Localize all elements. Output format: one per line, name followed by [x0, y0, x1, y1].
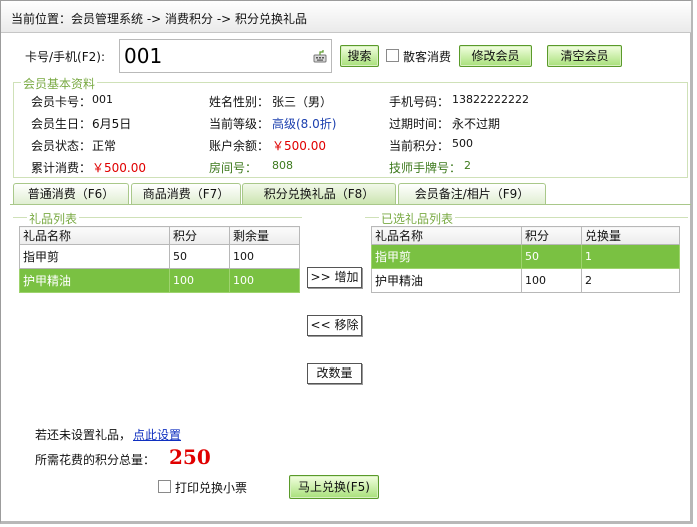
tab-notes-photo[interactable]: 会员备注/相片（F9） — [398, 183, 546, 205]
change-qty-button[interactable]: 改数量 — [307, 363, 362, 384]
gift-list-table[interactable]: 礼品名称 积分 剩余量 指甲剪 50 100 护甲精油 100 100 — [19, 226, 300, 293]
selected-points-cell: 50 — [521, 244, 582, 269]
table-row-selected[interactable]: 护甲精油 100 100 — [19, 268, 300, 293]
member-info-title: 会员基本资料 — [21, 75, 98, 92]
points-total-value: 250 — [169, 445, 211, 469]
level-label: 当前等级： — [209, 117, 270, 131]
walkin-label: 散客消费 — [403, 50, 452, 64]
birthday-label: 会员生日： — [31, 117, 92, 131]
gift-name-cell: 指甲剪 — [19, 244, 170, 269]
col-header-remain[interactable]: 剩余量 — [229, 226, 300, 245]
gift-remain-cell: 100 — [229, 268, 300, 293]
gift-points-cell: 100 — [169, 268, 230, 293]
points-total-label: 所需花费的积分总量： — [35, 453, 156, 467]
table-header-row: 礼品名称 积分 兑换量 — [371, 226, 680, 245]
points-value: 500 — [452, 137, 473, 150]
setup-gifts-link[interactable]: 点此设置 — [133, 426, 181, 443]
expiry-label: 过期时间： — [389, 117, 450, 131]
walkin-checkbox[interactable] — [386, 49, 399, 62]
print-receipt-label: 打印兑换小票 — [175, 481, 248, 495]
room-value: 808 — [272, 159, 293, 172]
selected-name-cell: 指甲剪 — [371, 244, 522, 269]
total-spend-value: ￥500.00 — [92, 161, 146, 175]
card-no-label: 会员卡号： — [31, 95, 92, 109]
level-value: 高级(8.0折) — [272, 117, 337, 131]
tech-value: 2 — [464, 159, 471, 172]
table-row[interactable]: 指甲剪 50 100 — [19, 244, 300, 269]
tab-points-redeem[interactable]: 积分兑换礼品（F8） — [242, 183, 396, 205]
points-label: 当前积分： — [389, 139, 450, 153]
edit-member-button[interactable]: 修改会员 — [459, 45, 532, 67]
col-header-name[interactable]: 礼品名称 — [371, 226, 522, 245]
tab-regular[interactable]: 普通消费（F6） — [13, 183, 129, 205]
setup-hint: 若还未设置礼品， — [35, 428, 132, 442]
balance-label: 账户余额： — [209, 139, 270, 153]
phone-value: 13822222222 — [452, 93, 529, 106]
redeem-now-button[interactable]: 马上兑换(F5) — [289, 475, 379, 499]
col-header-points[interactable]: 积分 — [169, 226, 230, 245]
tab-divider — [10, 204, 691, 205]
gift-list-title: 礼品列表 — [27, 210, 80, 227]
app-window: 当前位置：会员管理系统 -> 消费积分 -> 积分兑换礼品 卡号/手机(F2):… — [0, 0, 693, 524]
selected-list-title: 已选礼品列表 — [379, 210, 456, 227]
selected-qty-cell: 1 — [581, 244, 680, 269]
selected-qty-cell: 2 — [581, 268, 680, 293]
search-button[interactable]: 搜索 — [340, 45, 379, 67]
card-label: 卡号/手机(F2): — [25, 50, 105, 64]
total-spend-label: 累计消费： — [31, 161, 92, 175]
tech-label: 技师手牌号： — [389, 161, 462, 175]
phone-label: 手机号码： — [389, 95, 450, 109]
name-value: 张三（男） — [272, 95, 333, 109]
table-header-row: 礼品名称 积分 剩余量 — [19, 226, 300, 245]
table-row-selected[interactable]: 指甲剪 50 1 — [371, 244, 680, 269]
add-button[interactable]: >> 增加 — [307, 267, 362, 288]
breadcrumb: 当前位置：会员管理系统 -> 消费积分 -> 积分兑换礼品 — [11, 12, 308, 26]
col-header-name[interactable]: 礼品名称 — [19, 226, 170, 245]
print-receipt-checkbox[interactable] — [158, 480, 171, 493]
table-row[interactable]: 护甲精油 100 2 — [371, 268, 680, 293]
card-number-field[interactable] — [119, 39, 332, 73]
selected-points-cell: 100 — [521, 268, 582, 293]
clear-member-button[interactable]: 清空会员 — [547, 45, 622, 67]
keyboard-icon[interactable] — [313, 49, 327, 63]
selected-list-table[interactable]: 礼品名称 积分 兑换量 指甲剪 50 1 护甲精油 100 2 — [371, 226, 680, 293]
card-number-input[interactable] — [120, 40, 300, 72]
gift-name-cell: 护甲精油 — [19, 268, 170, 293]
col-header-points[interactable]: 积分 — [521, 226, 582, 245]
name-label: 姓名性别： — [209, 95, 270, 109]
remove-button[interactable]: << 移除 — [307, 315, 362, 336]
status-value: 正常 — [92, 139, 117, 153]
expiry-value: 永不过期 — [452, 117, 501, 131]
selected-name-cell: 护甲精油 — [371, 268, 522, 293]
gift-remain-cell: 100 — [229, 244, 300, 269]
birthday-value: 6月5日 — [92, 117, 132, 131]
breadcrumb-bar: 当前位置：会员管理系统 -> 消费积分 -> 积分兑换礼品 — [1, 1, 691, 33]
room-label: 房间号： — [209, 161, 258, 175]
card-no-value: 001 — [92, 93, 113, 106]
tab-goods[interactable]: 商品消费（F7） — [131, 183, 241, 205]
col-header-qty[interactable]: 兑换量 — [581, 226, 680, 245]
gift-points-cell: 50 — [169, 244, 230, 269]
balance-value: ￥500.00 — [272, 139, 326, 153]
status-label: 会员状态： — [31, 139, 92, 153]
